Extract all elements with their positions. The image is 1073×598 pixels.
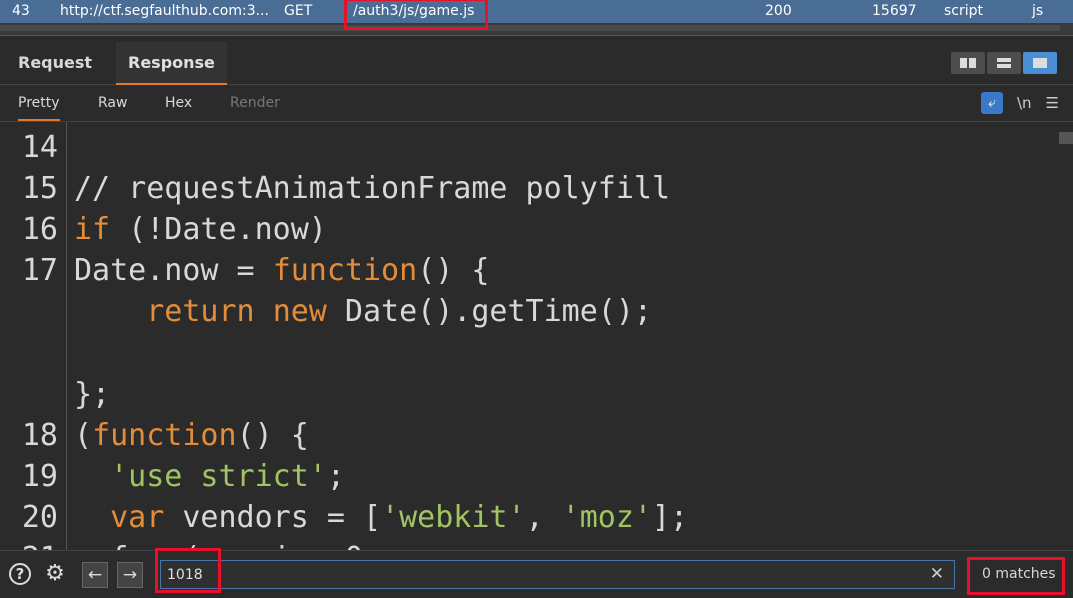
code-line: 'use strict'; [110,459,345,494]
next-match-button[interactable]: → [117,562,143,588]
code-editor[interactable]: 14 15 16 17 18 19 20 21 // requestAnimat… [0,122,1073,550]
line-number: 17 [21,253,58,288]
scrollbar-thumb[interactable] [0,25,1060,31]
clear-search-icon[interactable]: ✕ [930,564,944,584]
subtab-pretty[interactable]: Pretty [18,85,60,121]
subtab-render[interactable]: Render [230,85,280,119]
search-bar: ? ⚙ ← → ✕ 0 matches [0,550,1073,598]
newline-toggle[interactable]: \n [1017,94,1032,112]
code-line: if (!Date.now) [74,212,327,247]
row-status: 200 [765,3,792,19]
layout-buttons [951,52,1057,74]
line-number: 20 [21,500,58,535]
line-number: 19 [21,459,58,494]
line-number: 16 [21,212,58,247]
line-number: 18 [21,418,58,453]
search-input[interactable] [167,564,867,585]
tab-request[interactable]: Request [18,42,92,83]
vertical-scrollbar[interactable] [1059,132,1073,144]
previous-match-button[interactable]: ← [82,562,108,588]
line-number: 21 [0,541,58,550]
search-field[interactable]: ✕ [160,560,955,589]
row-method: GET [284,3,313,19]
tab-response[interactable]: Response [116,42,227,85]
code-line: }; [74,377,111,412]
help-icon[interactable]: ? [9,563,31,585]
code-line: for (var i = 0; [74,541,381,550]
row-number: 43 [12,3,30,19]
line-number: 15 [21,171,58,206]
menu-icon[interactable]: ☰ [1046,94,1059,112]
settings-gear-icon[interactable]: ⚙ [44,563,66,585]
subtab-raw[interactable]: Raw [98,85,127,119]
code-line: (function() { [74,418,309,453]
message-tabs: Request Response [0,42,1073,85]
split-horizontal-icon[interactable] [951,52,985,74]
horizontal-scrollbar[interactable] [0,23,1073,36]
subtab-hex[interactable]: Hex [165,85,192,119]
row-host: http://ctf.segfaulthub.com:3... [60,3,269,19]
request-row[interactable]: 43 http://ctf.segfaulthub.com:3... GET /… [0,0,1073,23]
row-extension: js [1032,3,1044,19]
row-mime: script [944,3,984,19]
editor-tools: ⤶ \n ☰ [980,92,1059,114]
code-line: return new Date().getTime(); [146,294,652,329]
line-number: 14 [21,130,58,165]
line-gutter: 14 15 16 17 18 19 20 21 [0,122,67,550]
view-subtabs: Pretty Raw Hex Render ⤶ \n ☰ [0,85,1073,122]
code-line: var vendors = ['webkit', 'moz']; [110,500,689,535]
word-wrap-icon[interactable]: ⤶ [980,92,1003,114]
single-pane-icon[interactable] [1023,52,1057,74]
row-length: 15697 [872,3,917,19]
row-path: /auth3/js/game.js [353,3,475,19]
code-line: // requestAnimationFrame polyfill [74,171,671,206]
split-vertical-icon[interactable] [987,52,1021,74]
match-count: 0 matches [982,566,1056,582]
code-line: Date.now = function() { [74,253,490,288]
